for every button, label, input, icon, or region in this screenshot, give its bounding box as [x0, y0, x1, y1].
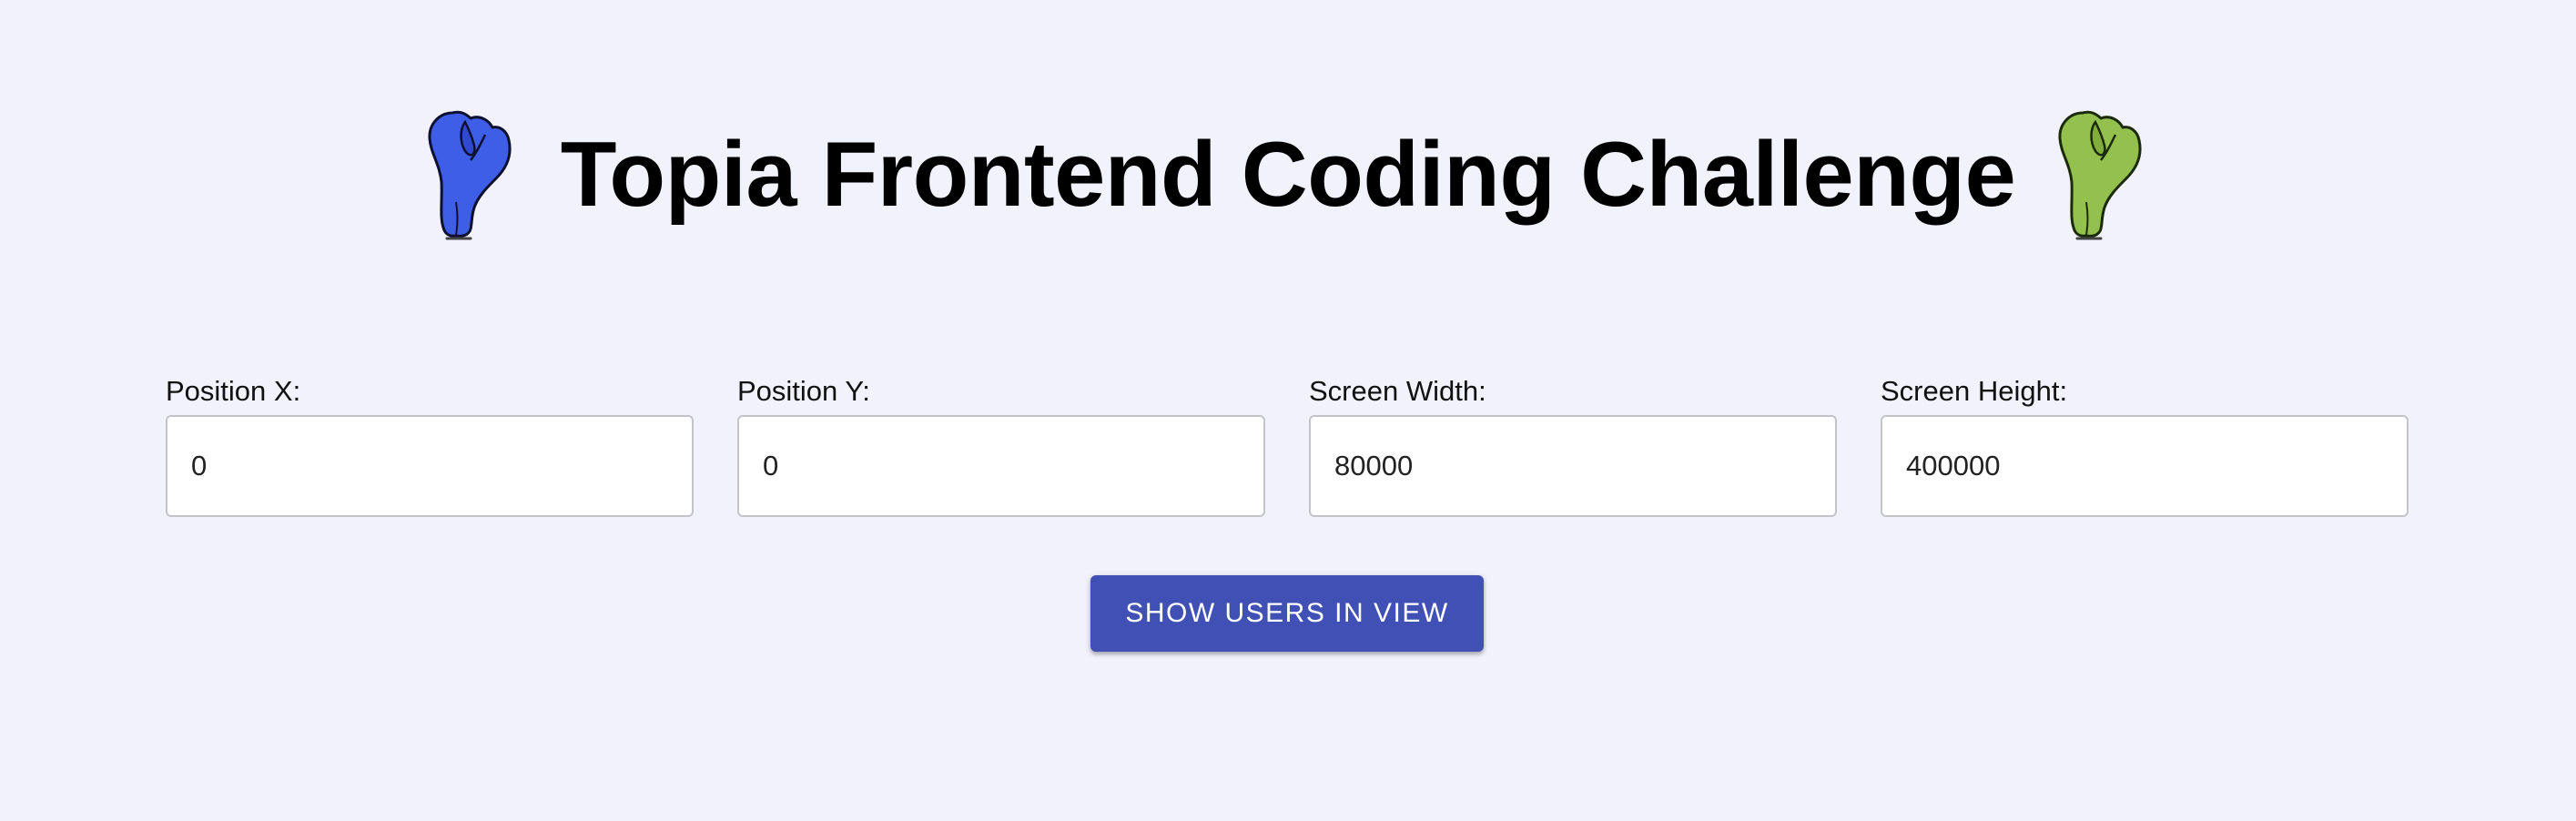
- position-x-field: Position X:: [166, 375, 694, 517]
- screen-width-label: Screen Width:: [1309, 375, 1486, 407]
- screen-height-field: Screen Height:: [1881, 375, 2409, 517]
- screen-width-field: Screen Width:: [1309, 375, 1837, 517]
- screen-height-label: Screen Height:: [1881, 375, 2068, 407]
- position-y-input[interactable]: [737, 415, 1265, 517]
- screen-height-input[interactable]: [1881, 415, 2409, 517]
- header: Topia Frontend Coding Challenge: [0, 0, 2576, 264]
- position-y-label: Position Y:: [737, 375, 870, 407]
- green-creature-icon: [2050, 100, 2150, 246]
- page-title: Topia Frontend Coding Challenge: [560, 124, 2016, 226]
- position-x-label: Position X:: [166, 375, 301, 407]
- show-users-button[interactable]: SHOW USERS IN VIEW: [1090, 575, 1484, 652]
- position-y-field: Position Y:: [737, 375, 1265, 517]
- viewport-form: Position X: Position Y: Screen Width: Sc…: [166, 375, 2409, 521]
- position-x-input[interactable]: [166, 415, 694, 517]
- screen-width-input[interactable]: [1309, 415, 1837, 517]
